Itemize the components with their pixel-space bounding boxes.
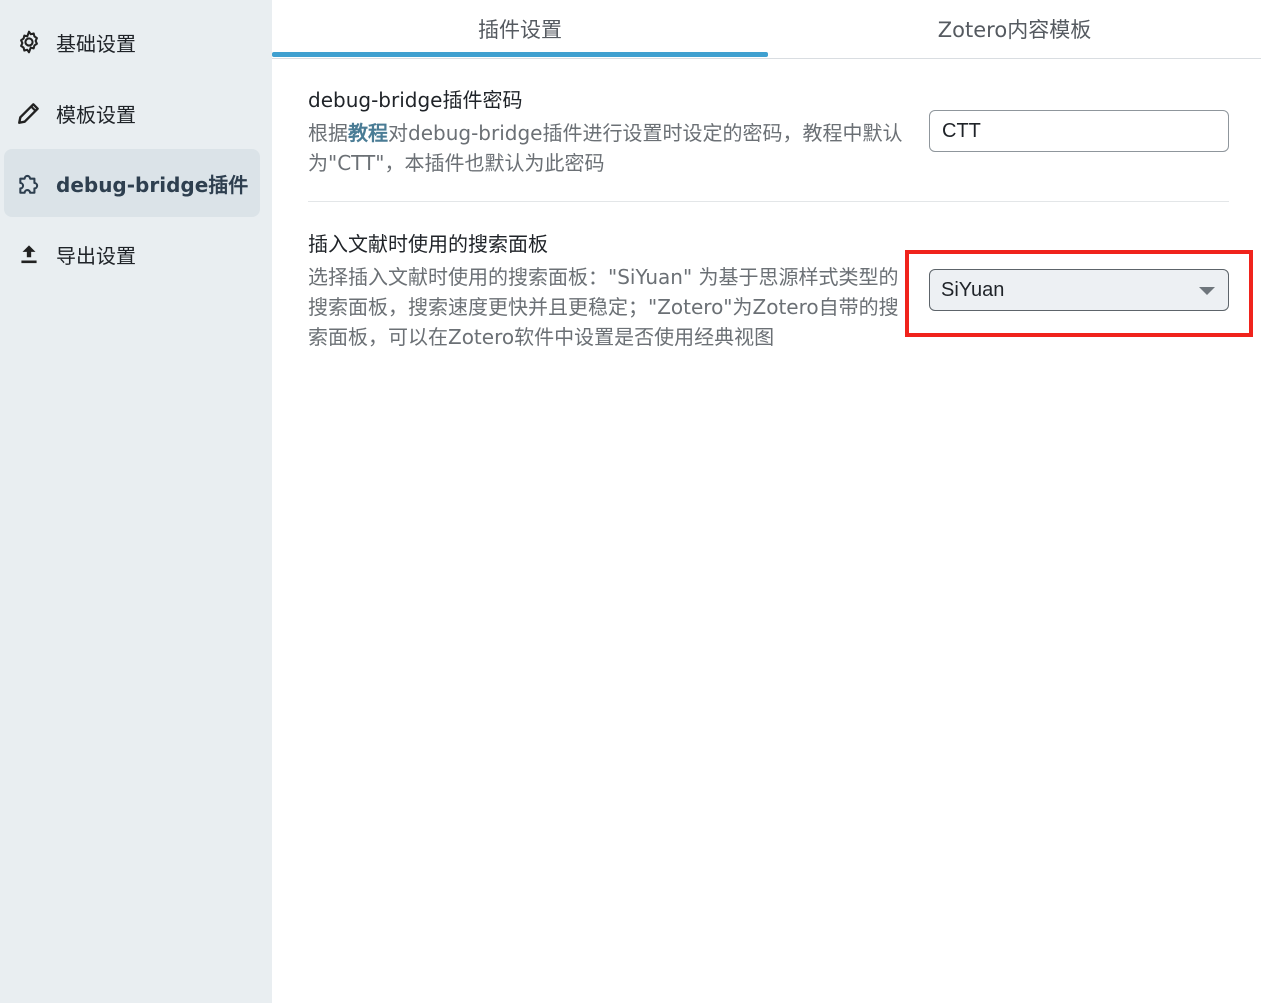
settings-window: 基础设置 模板设置 debug-bridge插件 导出设置 插件设置 Zoter…	[0, 0, 1261, 1003]
sidebar-item-label: 模板设置	[56, 102, 136, 127]
sidebar-item-debug-bridge[interactable]: debug-bridge插件	[4, 149, 260, 217]
pencil-icon	[16, 100, 42, 126]
search-panel-setting-description: 选择插入文献时使用的搜索面板："SiYuan" 为基于思源样式类型的搜索面板，搜…	[308, 265, 899, 349]
upload-icon	[16, 241, 42, 267]
description-text: 对debug-bridge插件进行设置时设定的密码，教程中默认为"CTT"，本插…	[308, 121, 903, 175]
tab-plugin-settings[interactable]: 插件设置	[272, 0, 768, 58]
password-setting-description: 根据教程对debug-bridge插件进行设置时设定的密码，教程中默认为"CTT…	[308, 118, 916, 178]
search-panel-select[interactable]: SiYuan	[929, 269, 1229, 311]
tab-zotero-content-template[interactable]: Zotero内容模板	[768, 0, 1261, 58]
puzzle-icon	[16, 170, 42, 196]
tab-bar: 插件设置 Zotero内容模板	[272, 0, 1261, 59]
search-panel-setting-title: 插入文献时使用的搜索面板	[308, 232, 548, 256]
chevron-down-icon	[1199, 287, 1215, 295]
sidebar-item-template-settings[interactable]: 模板设置	[4, 79, 260, 147]
sidebar-item-label: 基础设置	[56, 31, 136, 56]
sidebar-item-basic-settings[interactable]: 基础设置	[4, 8, 260, 76]
sidebar-item-label: debug-bridge插件	[56, 172, 249, 197]
tutorial-link[interactable]: 教程	[348, 121, 388, 145]
sidebar: 基础设置 模板设置 debug-bridge插件 导出设置	[0, 0, 272, 1003]
gear-icon	[16, 29, 42, 55]
description-text: 根据	[308, 121, 348, 145]
password-setting-title: debug-bridge插件密码	[308, 88, 523, 112]
sidebar-item-label: 导出设置	[56, 243, 136, 268]
sidebar-item-export-settings[interactable]: 导出设置	[4, 220, 260, 288]
select-value: SiYuan	[941, 278, 1005, 301]
active-tab-indicator	[272, 52, 768, 57]
divider	[308, 201, 1229, 202]
password-input[interactable]	[929, 110, 1229, 152]
